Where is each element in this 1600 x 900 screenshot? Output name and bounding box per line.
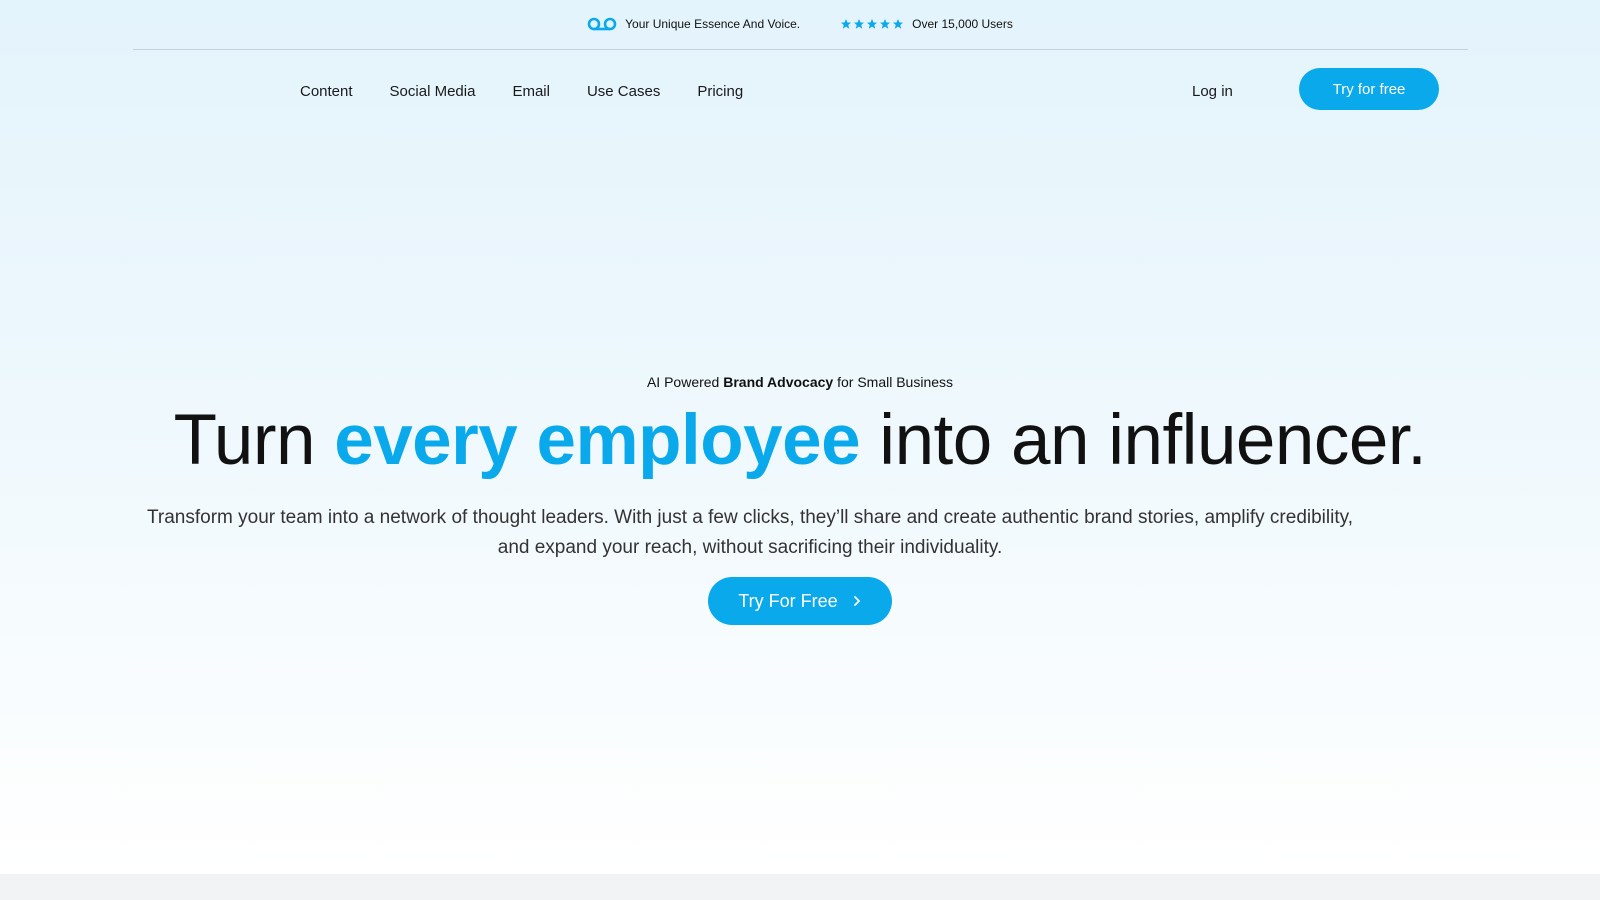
star-icon xyxy=(867,19,878,29)
headline-end: into an influencer. xyxy=(860,401,1427,480)
try-for-free-nav-button[interactable]: Try for free xyxy=(1299,68,1439,110)
login-link[interactable]: Log in xyxy=(1192,83,1233,100)
voicemail-icon xyxy=(587,17,617,31)
hero-headline: Turn every employee into an influencer. xyxy=(0,400,1600,481)
rating-stars xyxy=(840,18,904,30)
chevron-right-icon xyxy=(853,596,860,606)
eyebrow-prefix: AI Powered xyxy=(646,374,724,390)
star-icon xyxy=(880,19,891,29)
announcement-essence: Your Unique Essence And Voice. xyxy=(587,17,800,31)
star-icon xyxy=(854,19,865,29)
headline-start: Turn xyxy=(173,401,335,480)
nav-link-social-media[interactable]: Social Media xyxy=(390,83,476,100)
hero-cta-label: Try For Free xyxy=(738,590,838,611)
headline-highlight: every employee xyxy=(334,401,861,480)
eyebrow-bold: Brand Advocacy xyxy=(723,374,834,390)
announcement-bar: Your Unique Essence And Voice. Over 15,0… xyxy=(0,0,1600,48)
users-count-text: Over 15,000 Users xyxy=(912,17,1013,31)
hero-subtext: Transform your team into a network of th… xyxy=(147,507,1353,558)
star-icon xyxy=(841,19,852,29)
announcement-users: Over 15,000 Users xyxy=(840,17,1013,31)
hero-eyebrow: AI Powered Brand Advocacy for Small Busi… xyxy=(0,374,1600,390)
try-for-free-hero-button[interactable]: Try For Free xyxy=(708,577,892,625)
star-icon xyxy=(893,19,904,29)
nav-link-use-cases[interactable]: Use Cases xyxy=(587,83,660,100)
main-nav: Content Social Media Email Use Cases Pri… xyxy=(0,50,1600,130)
bottom-section-edge xyxy=(0,874,1600,900)
eyebrow-suffix: for Small Business xyxy=(833,374,954,390)
essence-text: Your Unique Essence And Voice. xyxy=(625,17,801,31)
nav-link-pricing[interactable]: Pricing xyxy=(697,83,743,100)
nav-links: Content Social Media Email Use Cases Pri… xyxy=(300,83,743,100)
nav-link-content[interactable]: Content xyxy=(300,83,353,100)
nav-link-email[interactable]: Email xyxy=(512,83,550,100)
page: Your Unique Essence And Voice. Over 15,0… xyxy=(0,0,1600,900)
